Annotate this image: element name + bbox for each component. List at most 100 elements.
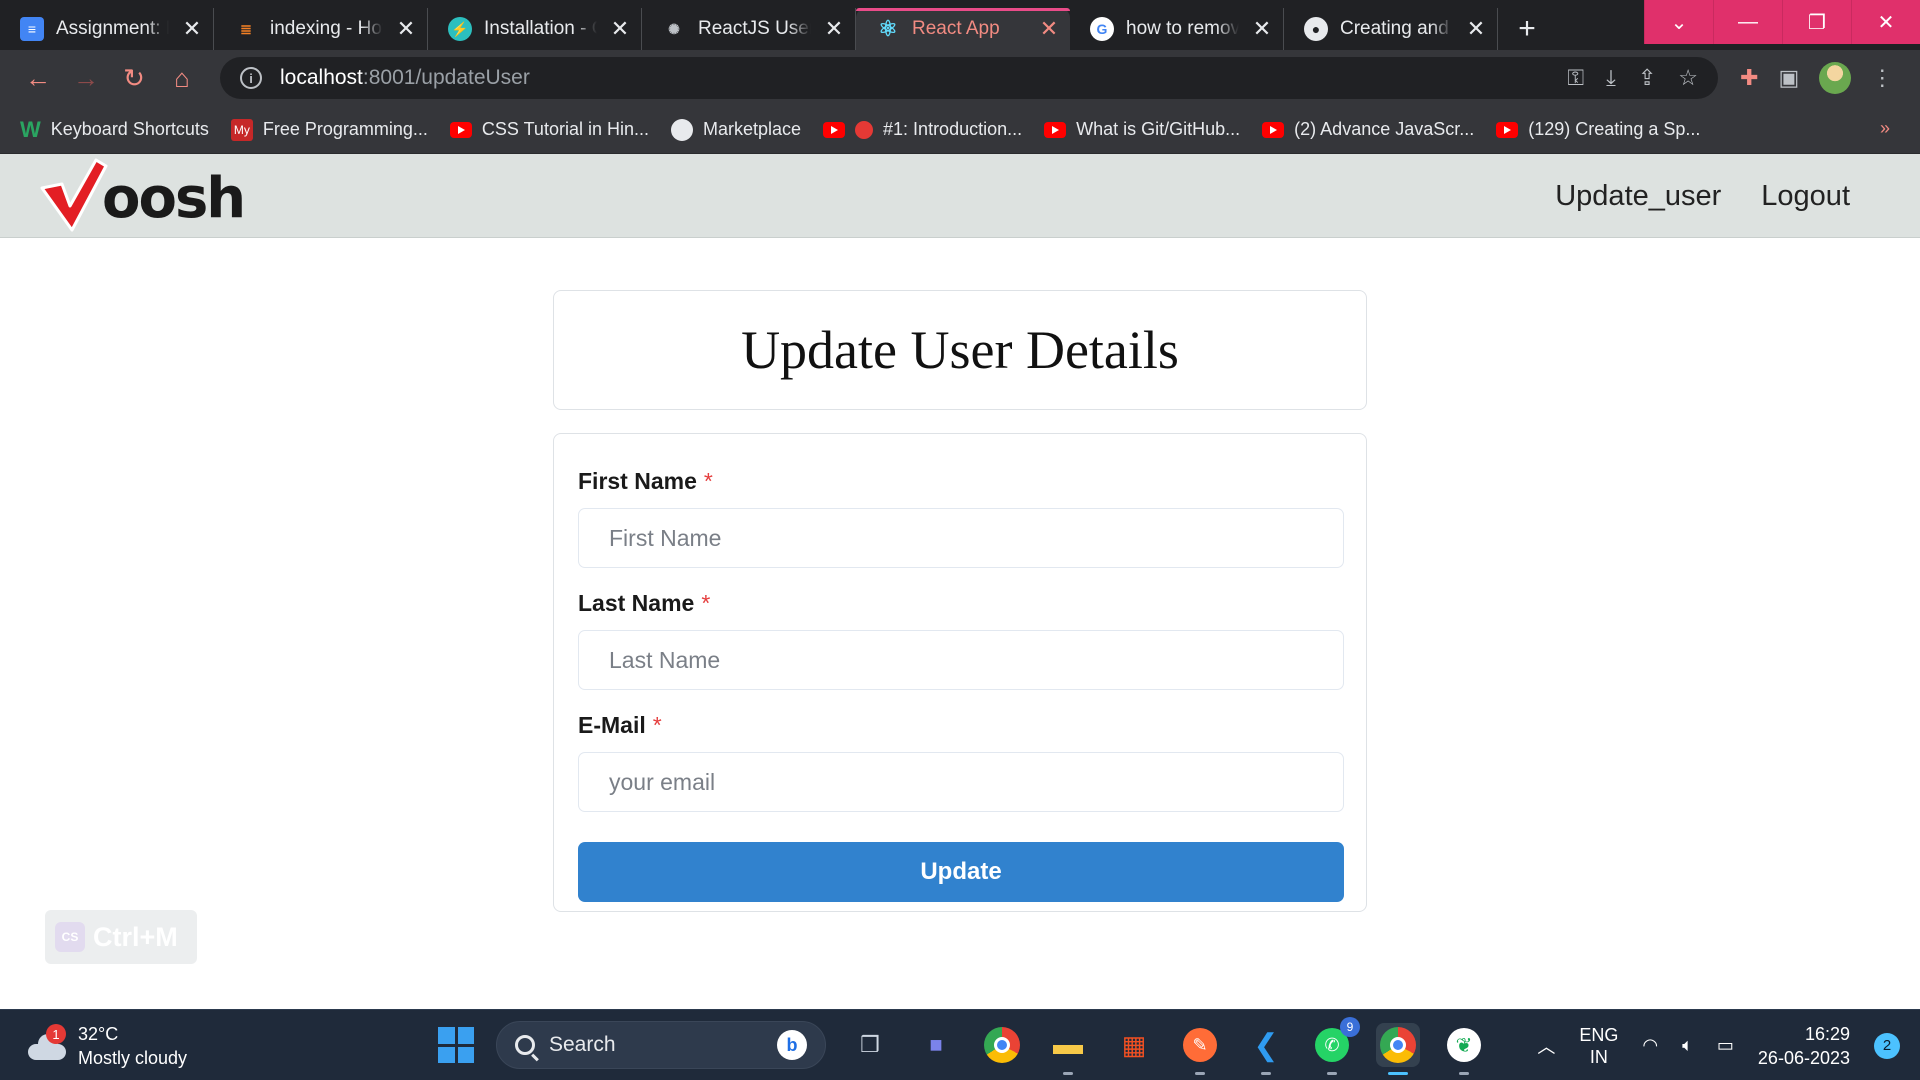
volume-icon[interactable]: 🔈︎ xyxy=(1682,1035,1693,1056)
teams-chat-icon[interactable]: ■ xyxy=(914,1023,958,1067)
title-card: Update User Details xyxy=(553,290,1367,410)
close-tab-icon[interactable]: ✕ xyxy=(823,16,845,42)
w-icon: W xyxy=(20,116,41,142)
bookmark-item[interactable]: Marketplace xyxy=(670,118,801,141)
extension-shortcut-label: Ctrl+M xyxy=(93,921,178,952)
tab-title: Installation - Ch xyxy=(484,18,597,39)
address-bar[interactable]: i localhost:8001/updateUser ⚿ ⤓ ⇪ ☆ xyxy=(220,57,1718,99)
close-window-icon[interactable]: ✕ xyxy=(1851,0,1920,44)
microsoft-store-icon[interactable]: ▦ xyxy=(1112,1023,1156,1067)
vscode-icon[interactable]: ❮ xyxy=(1244,1023,1288,1075)
close-tab-icon[interactable]: ✕ xyxy=(181,16,203,42)
email-label: E-Mail * xyxy=(578,708,1342,742)
last-name-input[interactable] xyxy=(578,630,1344,690)
nav-logout-link[interactable]: Logout xyxy=(1761,180,1850,213)
more-bookmarks-icon[interactable]: » xyxy=(1880,118,1890,139)
browser-tab-active[interactable]: ⚛ React App ✕ xyxy=(856,8,1070,50)
google-docs-icon: ≡ xyxy=(20,17,44,41)
menu-icon[interactable]: ⋮ xyxy=(1871,65,1893,91)
update-button[interactable]: Update xyxy=(578,842,1344,902)
battery-icon[interactable]: ▭ xyxy=(1717,1035,1734,1056)
bookmark-item[interactable]: My Free Programming... xyxy=(230,118,428,141)
first-name-input[interactable] xyxy=(578,508,1344,568)
start-icon[interactable] xyxy=(438,1027,474,1063)
minimize-icon[interactable]: — xyxy=(1713,0,1782,44)
window-controls: ⌄ — ❐ ✕ xyxy=(1644,0,1920,44)
whatsapp-icon[interactable]: ✆ 9 xyxy=(1310,1017,1360,1075)
close-tab-icon[interactable]: ✕ xyxy=(1465,16,1487,42)
bookmark-item[interactable]: #1: Introduction... xyxy=(823,119,1022,140)
lang-line1: ENG xyxy=(1579,1024,1619,1045)
file-explorer-icon[interactable]: ▬ xyxy=(1046,1023,1090,1075)
home-icon[interactable]: ⌂ xyxy=(158,58,206,98)
back-icon[interactable]: ← xyxy=(14,58,62,98)
close-tab-icon[interactable]: ✕ xyxy=(395,16,417,42)
restore-icon[interactable]: ❐ xyxy=(1782,0,1851,44)
bookmark-star-icon[interactable]: ☆ xyxy=(1678,65,1698,91)
browser-tab[interactable]: ⚡ Installation - Ch ✕ xyxy=(428,8,642,50)
weather-widget[interactable]: 1 32°C Mostly cloudy xyxy=(28,1022,187,1070)
chrome-icon[interactable] xyxy=(980,1023,1024,1067)
required-marker: * xyxy=(703,467,713,494)
logo[interactable]: oosh xyxy=(40,158,246,232)
bookmark-item[interactable]: (129) Creating a Sp... xyxy=(1496,119,1700,140)
clock-date: 26-06-2023 xyxy=(1757,1047,1850,1068)
side-panel-icon[interactable]: ▣ xyxy=(1778,65,1799,91)
nav-update-user-link[interactable]: Update_user xyxy=(1555,180,1721,213)
email-input[interactable] xyxy=(578,752,1344,812)
url-path: :8001/updateUser xyxy=(362,66,530,89)
weather-desc: Mostly cloudy xyxy=(78,1048,188,1068)
chrome-active-icon[interactable] xyxy=(1376,1023,1420,1075)
postman-icon[interactable]: ✎ xyxy=(1178,1023,1222,1075)
bookmark-item[interactable]: (2) Advance JavaScr... xyxy=(1262,119,1474,140)
profile-avatar[interactable] xyxy=(1819,62,1852,94)
first-name-label: First Name * xyxy=(578,464,1342,498)
clock[interactable]: 16:29 26-06-2023 xyxy=(1758,1022,1850,1070)
chatgpt-icon: ✺ xyxy=(668,20,680,37)
bookmark-item[interactable]: CSS Tutorial in Hin... xyxy=(449,119,649,140)
email-label-text: E-Mail xyxy=(578,711,646,738)
browser-tab[interactable]: G how to remove ✕ xyxy=(1070,8,1284,50)
browser-tab[interactable]: ≡ Assignment: Fu ✕ xyxy=(0,8,214,50)
mongodb-compass-icon[interactable]: ❦ xyxy=(1442,1023,1486,1075)
browser-tab[interactable]: ✺ ReactJS User U ✕ xyxy=(642,8,856,50)
stackoverflow-icon: ≣ xyxy=(240,20,252,37)
close-tab-icon[interactable]: ✕ xyxy=(1251,16,1273,42)
browser-tab-strip: ≡ Assignment: Fu ✕ ≣ indexing - How ✕ ⚡ … xyxy=(0,0,1920,50)
install-icon[interactable]: ⤓ xyxy=(1606,65,1616,91)
last-name-label-text: Last Name xyxy=(578,589,695,616)
site-info-icon[interactable]: i xyxy=(240,67,262,89)
taskbar-search[interactable]: Search b xyxy=(496,1021,826,1069)
notification-badge[interactable]: 2 xyxy=(1874,1032,1900,1059)
github-icon xyxy=(670,118,693,141)
bookmark-label: Keyboard Shortcuts xyxy=(50,119,209,139)
tab-title: Creating and h xyxy=(1340,18,1453,39)
bookmark-item[interactable]: W Keyboard Shortcuts xyxy=(20,117,209,143)
extension-overlay-button[interactable]: CS Ctrl+M xyxy=(45,910,197,964)
task-view-icon[interactable]: ❒ xyxy=(848,1023,892,1067)
tab-title: Assignment: Fu xyxy=(56,18,169,39)
lang-line2: IN xyxy=(1589,1046,1608,1067)
language-indicator[interactable]: ENG IN xyxy=(1579,1024,1618,1068)
logo-checkmark-icon xyxy=(40,158,108,232)
reload-icon[interactable]: ↻ xyxy=(110,58,158,98)
chevron-up-icon[interactable]: ︿ xyxy=(1537,1033,1555,1059)
forward-icon[interactable]: → xyxy=(62,58,110,98)
tab-search-icon[interactable]: ⌄ xyxy=(1644,0,1713,44)
close-tab-icon[interactable]: ✕ xyxy=(1038,16,1060,42)
close-tab-icon[interactable]: ✕ xyxy=(609,16,631,42)
weather-temp: 32°C xyxy=(78,1024,119,1044)
url-host: localhost xyxy=(280,66,363,89)
github-icon: ● xyxy=(1304,17,1328,41)
search-icon xyxy=(515,1035,535,1055)
extensions-icon[interactable]: ✚ xyxy=(1740,65,1758,91)
browser-tab[interactable]: ≣ indexing - How ✕ xyxy=(214,8,428,50)
key-icon[interactable]: ⚿ xyxy=(1567,65,1584,91)
bing-icon[interactable]: b xyxy=(777,1030,807,1060)
share-icon[interactable]: ⇪ xyxy=(1638,65,1656,91)
wifi-icon[interactable]: ◠ xyxy=(1642,1035,1658,1056)
update-user-form: First Name* Last Name * E-Mail* Update xyxy=(553,433,1367,912)
browser-tab[interactable]: ● Creating and h ✕ xyxy=(1284,8,1498,50)
new-tab-button[interactable]: + xyxy=(1498,8,1556,50)
bookmark-item[interactable]: What is Git/GitHub... xyxy=(1044,119,1240,140)
